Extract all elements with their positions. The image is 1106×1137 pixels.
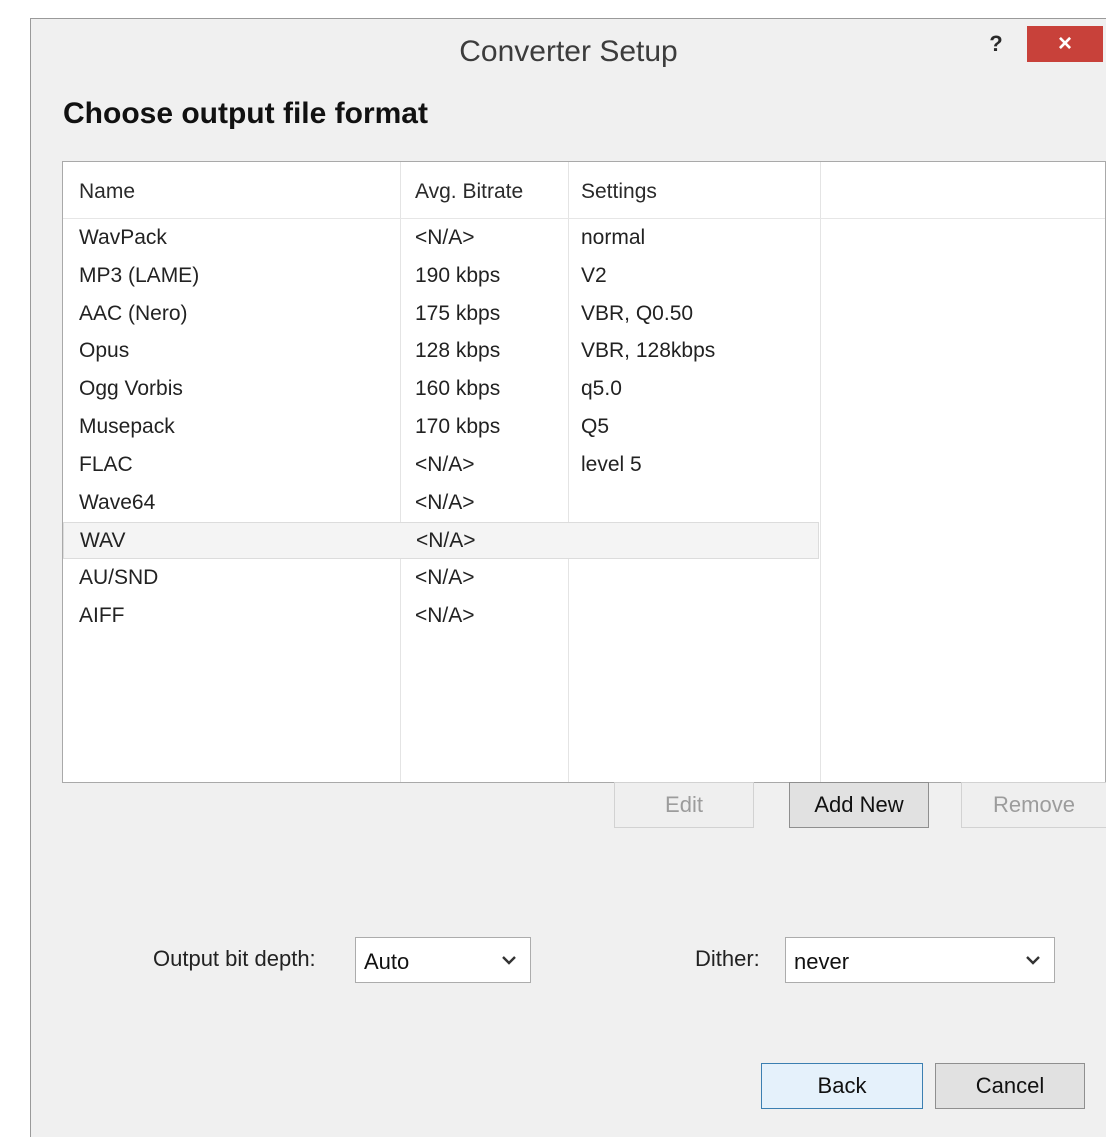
cell-settings: level 5 [581, 452, 642, 476]
cell-bitrate: 128 kbps [415, 339, 501, 363]
cell-settings: q5.0 [581, 377, 622, 401]
remove-button[interactable]: Remove [961, 782, 1106, 828]
cell-settings: normal [581, 226, 646, 249]
cell-bitrate: <N/A> [415, 566, 475, 590]
cell-name: WavPack [79, 226, 167, 249]
list-header: Name Avg. Bitrate Settings [63, 162, 1105, 219]
converter-setup-dialog: Converter Setup ? × Choose output file f… [30, 18, 1106, 1137]
cell-bitrate: <N/A> [415, 604, 475, 627]
table-row[interactable]: AIFF <N/A> [63, 598, 819, 635]
chevron-down-icon [1026, 956, 1040, 965]
cell-bitrate: 190 kbps [415, 263, 501, 287]
format-list[interactable]: Name Avg. Bitrate Settings WavPack <N/A> n… [62, 161, 1106, 783]
table-row[interactable]: Musepack 170 kbps Q5 [63, 409, 819, 446]
cell-bitrate: 175 kbps [415, 301, 501, 325]
cell-settings: VBR, 128kbps [581, 339, 716, 363]
chevron-down-icon [502, 956, 516, 965]
back-button[interactable]: Back [761, 1063, 923, 1109]
table-row[interactable]: FLAC <N/A> level 5 [63, 447, 819, 484]
output-bit-depth-select[interactable]: Auto [355, 937, 531, 983]
cell-name: AAC (Nero) [79, 301, 188, 325]
cell-name: FLAC [79, 452, 133, 476]
cell-settings: VBR, Q0.50 [581, 301, 694, 325]
help-button[interactable]: ? [981, 29, 1011, 59]
cell-name: AIFF [79, 604, 125, 627]
column-separator [820, 162, 821, 782]
cell-bitrate: 170 kbps [415, 415, 501, 438]
edit-button[interactable]: Edit [614, 782, 754, 828]
cell-name: MP3 (LAME) [79, 263, 200, 287]
cell-settings: Q5 [581, 415, 610, 438]
table-row[interactable]: AU/SND <N/A> [63, 560, 819, 597]
cell-name: WAV [80, 529, 126, 553]
cell-bitrate: <N/A> [415, 490, 475, 514]
close-button[interactable]: × [1027, 26, 1103, 62]
column-header-bitrate[interactable]: Avg. Bitrate [415, 180, 523, 204]
table-row[interactable]: WAV <N/A> [63, 522, 819, 560]
cell-name: AU/SND [79, 566, 159, 590]
add-new-button[interactable]: Add New [789, 782, 929, 828]
window-title: Converter Setup [459, 35, 678, 68]
cell-name: Musepack [79, 415, 175, 438]
output-bit-depth-label: Output bit depth: [153, 946, 316, 971]
table-row[interactable]: AAC (Nero) 175 kbps VBR, Q0.50 [63, 296, 819, 333]
cell-bitrate: <N/A> [416, 529, 476, 553]
cell-name: Opus [79, 339, 130, 363]
cancel-button[interactable]: Cancel [935, 1063, 1085, 1109]
output-bit-depth-value: Auto [364, 949, 410, 974]
dither-value: never [794, 949, 850, 974]
cell-name: Wave64 [79, 490, 156, 514]
cell-bitrate: <N/A> [415, 452, 475, 476]
page-heading: Choose output file format [63, 97, 428, 130]
cell-bitrate: <N/A> [415, 226, 475, 249]
dither-label: Dither: [695, 946, 760, 971]
cell-settings: V2 [581, 263, 607, 287]
column-header-name[interactable]: Name [79, 180, 135, 204]
title-bar: Converter Setup ? × [31, 19, 1106, 91]
table-row[interactable]: Ogg Vorbis 160 kbps q5.0 [63, 371, 819, 408]
cell-name: Ogg Vorbis [79, 377, 183, 401]
table-row[interactable]: WavPack <N/A> normal [63, 220, 819, 257]
cell-bitrate: 160 kbps [415, 377, 501, 401]
table-row[interactable]: Opus 128 kbps VBR, 128kbps [63, 333, 819, 370]
table-row[interactable]: MP3 (LAME) 190 kbps V2 [63, 258, 819, 295]
column-header-settings[interactable]: Settings [581, 180, 657, 204]
table-row[interactable]: Wave64 <N/A> [63, 485, 819, 522]
dither-select[interactable]: never [785, 937, 1055, 983]
